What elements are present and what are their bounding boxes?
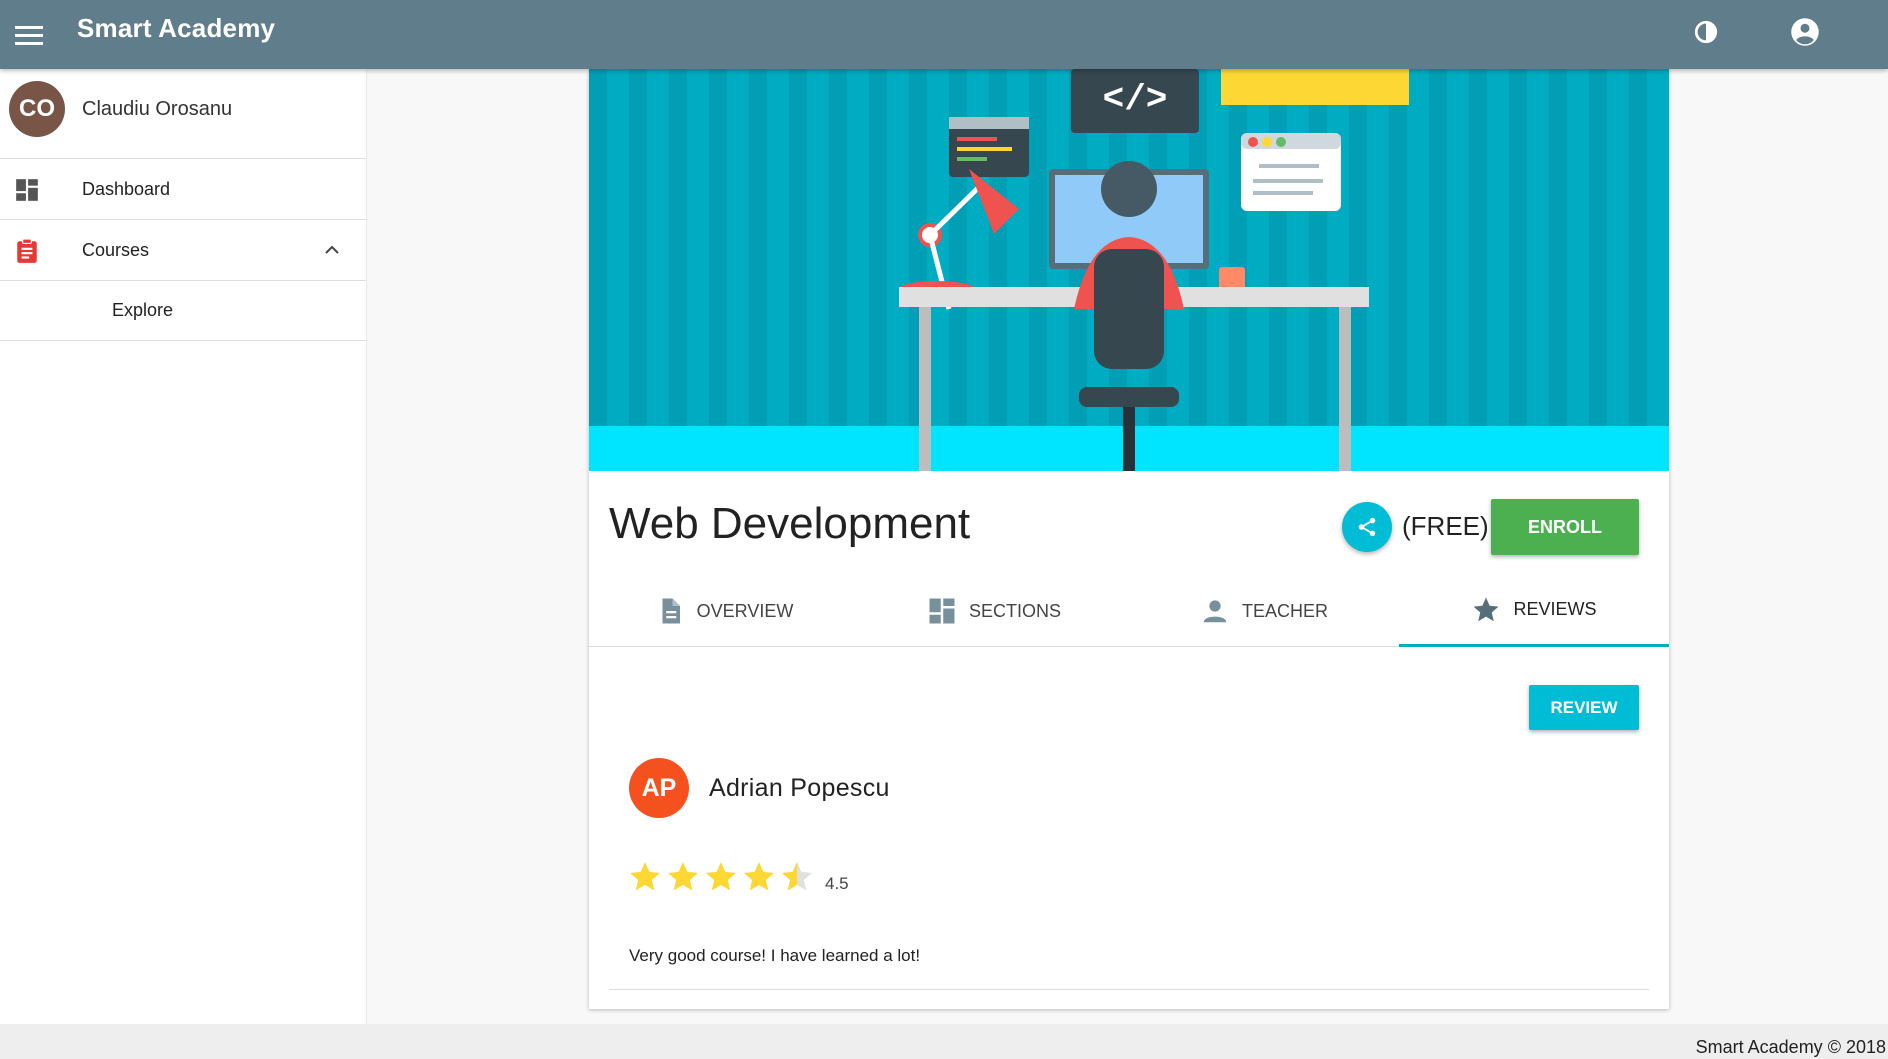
- review-author: Adrian Popescu: [709, 774, 890, 802]
- footer: Smart Academy © 2018: [0, 1024, 1888, 1059]
- star-icon: [1473, 597, 1499, 621]
- svg-text:</>: </>: [1103, 79, 1168, 120]
- sidebar-user: CO Claudiu Orosanu: [0, 69, 366, 159]
- sections-icon: [929, 598, 955, 624]
- app-title: Smart Academy: [77, 13, 276, 43]
- person-icon: [1203, 600, 1227, 623]
- assignment-icon: [17, 238, 37, 263]
- sidebar-item-explore[interactable]: Explore: [0, 281, 366, 341]
- document-icon: [662, 598, 680, 624]
- star-icon: [744, 862, 774, 891]
- tab-teacher[interactable]: TEACHER: [1129, 575, 1399, 647]
- sidebar-item-label: Courses: [82, 239, 150, 260]
- sidebar-item-label: Dashboard: [82, 178, 171, 199]
- app-bar: Smart Academy: [0, 0, 1888, 69]
- sidebar-item-label: Explore: [112, 300, 174, 320]
- star-icon: [706, 862, 736, 891]
- account-circle-icon[interactable]: [1785, 12, 1825, 52]
- sidebar-item-dashboard[interactable]: Dashboard: [0, 159, 366, 220]
- star-half-icon: [782, 862, 812, 891]
- course-title: Web Development: [609, 499, 971, 548]
- review-button[interactable]: REVIEW: [1529, 685, 1639, 730]
- avatar: CO: [9, 81, 65, 137]
- dashboard-icon: [16, 179, 38, 201]
- tab-overview[interactable]: OVERVIEW: [589, 575, 859, 647]
- sidebar: CO Claudiu Orosanu Dashboard Courses Exp…: [0, 69, 367, 1024]
- avatar: AP: [629, 758, 689, 818]
- course-tabs: OVERVIEW SECTIONS TEACHER REVIEWS: [589, 575, 1669, 647]
- menu-icon[interactable]: [12, 18, 46, 52]
- course-card: </> Web Development (FREE) ENROLL OVERVI…: [589, 69, 1669, 1009]
- share-icon: [1358, 517, 1376, 537]
- footer-text: Smart Academy © 2018: [1695, 1037, 1886, 1057]
- enroll-button[interactable]: ENROLL: [1491, 499, 1639, 555]
- tab-reviews[interactable]: REVIEWS: [1399, 575, 1669, 647]
- review-comment: Very good course! I have learned a lot!: [629, 946, 921, 965]
- course-price: (FREE): [1402, 511, 1489, 541]
- tab-label: REVIEWS: [1513, 599, 1597, 619]
- divider: [609, 989, 1649, 990]
- tab-label: SECTIONS: [968, 600, 1061, 621]
- sidebar-item-courses[interactable]: Courses: [0, 220, 366, 281]
- tab-label: OVERVIEW: [696, 600, 794, 621]
- star-icon: [668, 862, 698, 891]
- user-name: Claudiu Orosanu: [82, 98, 233, 120]
- contrast-icon[interactable]: [1686, 12, 1726, 52]
- tab-sections[interactable]: SECTIONS: [859, 575, 1129, 647]
- star-rating: [627, 857, 815, 897]
- tab-label: TEACHER: [1241, 600, 1328, 621]
- course-hero-image: </>: [589, 69, 1669, 471]
- chevron-up-icon[interactable]: [320, 238, 344, 262]
- star-icon: [630, 862, 660, 891]
- share-button[interactable]: [1342, 502, 1392, 552]
- rating-value: 4.5: [825, 874, 849, 893]
